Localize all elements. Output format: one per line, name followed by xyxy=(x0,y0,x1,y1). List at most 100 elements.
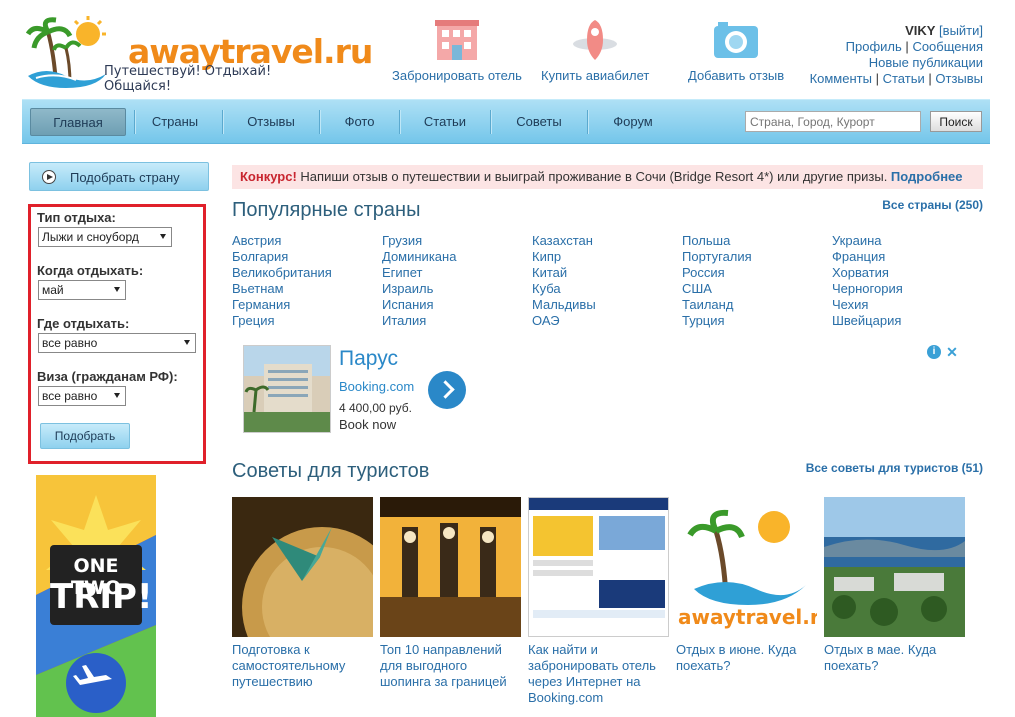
where-value: все равно xyxy=(42,336,98,350)
contest-highlight: Конкурс! xyxy=(240,169,297,184)
country-link[interactable]: Вьетнам xyxy=(232,281,332,297)
country-link[interactable]: Кипр xyxy=(532,249,596,265)
country-link[interactable]: США xyxy=(682,281,752,297)
tip-thumbnail[interactable] xyxy=(824,497,965,637)
tip-thumbnail[interactable]: awaytravel.ru xyxy=(676,497,817,637)
country-link[interactable]: Греция xyxy=(232,313,332,329)
country-link[interactable]: Португалия xyxy=(682,249,752,265)
tip-caption[interactable]: Подготовка к самостоятельному путешестви… xyxy=(232,642,373,690)
country-link[interactable]: Куба xyxy=(532,281,596,297)
when-label: Когда отдыхать: xyxy=(37,263,144,278)
buy-ticket-label: Купить авиабилет xyxy=(541,68,650,83)
onetwotrip-banner[interactable]: ONE TWO TRIP! xyxy=(36,475,156,717)
booking-ad[interactable]: Парус Booking.com 4 400,00 руб. Book now… xyxy=(243,345,963,435)
country-link[interactable]: ОАЭ xyxy=(532,313,596,329)
hotel-photo xyxy=(243,345,331,433)
country-link[interactable]: Италия xyxy=(382,313,456,329)
add-review-link[interactable]: Добавить отзыв xyxy=(688,18,784,83)
site-logo[interactable]: awaytravel.ru Путешествуй! Отдыхай! Обща… xyxy=(26,14,373,94)
separator: | xyxy=(928,71,932,86)
logout-link[interactable]: [выйти] xyxy=(939,23,983,38)
countries-column-5: Украина Франция Хорватия Черногория Чехи… xyxy=(832,233,903,329)
country-link[interactable]: Мальдивы xyxy=(532,297,596,313)
nav-articles[interactable]: Статьи xyxy=(400,108,490,136)
country-link[interactable]: Германия xyxy=(232,297,332,313)
country-link[interactable]: Китай xyxy=(532,265,596,281)
country-link[interactable]: Хорватия xyxy=(832,265,903,281)
tip-thumbnail[interactable] xyxy=(380,497,521,637)
hotel-name[interactable]: Парус xyxy=(339,347,398,371)
search-input[interactable] xyxy=(745,111,921,132)
country-link[interactable]: Египет xyxy=(382,265,456,281)
filter-submit-button[interactable]: Подобрать xyxy=(40,423,130,449)
country-link[interactable]: Доминикана xyxy=(382,249,456,265)
tip-card[interactable]: Отдых в мае. Куда поехать? xyxy=(824,497,965,674)
new-publications-link[interactable]: Новые публикации xyxy=(869,55,983,70)
search-button[interactable]: Поиск xyxy=(930,111,982,132)
vacation-type-value: Лыжи и сноуборд xyxy=(42,230,139,244)
close-icon[interactable]: ✕ xyxy=(945,345,959,359)
tip-card[interactable]: Топ 10 направлений для выгодного шопинга… xyxy=(380,497,521,690)
contest-more-link[interactable]: Подробнее xyxy=(891,169,963,184)
vacation-filter: Тип отдыха: Лыжи и сноуборд Когда отдыха… xyxy=(28,204,206,464)
country-link[interactable]: Болгария xyxy=(232,249,332,265)
country-link[interactable]: Черногория xyxy=(832,281,903,297)
country-link[interactable]: Таиланд xyxy=(682,297,752,313)
country-link[interactable]: Грузия xyxy=(382,233,456,249)
vacation-type-select[interactable]: Лыжи и сноуборд xyxy=(38,227,172,247)
nav-reviews[interactable]: Отзывы xyxy=(223,108,319,136)
book-now[interactable]: Book now xyxy=(339,417,396,432)
tip-caption[interactable]: Отдых в июне. Куда поехать? xyxy=(676,642,817,674)
play-icon xyxy=(42,170,56,184)
separator: | xyxy=(875,71,879,86)
reviews-link[interactable]: Отзывы xyxy=(935,71,983,86)
nav-home[interactable]: Главная xyxy=(30,108,126,136)
country-link[interactable]: Испания xyxy=(382,297,456,313)
country-link[interactable]: Турция xyxy=(682,313,752,329)
all-tips-link[interactable]: Все советы для туристов (51) xyxy=(806,461,983,475)
country-link[interactable]: Австрия xyxy=(232,233,332,249)
tip-card[interactable]: awaytravel.ru Отдых в июне. Куда поехать… xyxy=(676,497,817,674)
tip-card[interactable]: Подготовка к самостоятельному путешестви… xyxy=(232,497,373,690)
country-link[interactable]: Великобритания xyxy=(232,265,332,281)
tip-thumbnail[interactable] xyxy=(528,497,669,637)
nav-countries[interactable]: Страны xyxy=(135,108,215,136)
country-link[interactable]: Франция xyxy=(832,249,903,265)
info-icon[interactable]: i xyxy=(927,345,941,359)
nav-tips[interactable]: Советы xyxy=(491,108,587,136)
book-hotel-link[interactable]: Забронировать отель xyxy=(392,18,522,83)
tip-thumbnail[interactable] xyxy=(232,497,373,637)
all-countries-link[interactable]: Все страны (250) xyxy=(882,198,983,212)
contest-text: Напиши отзыв о путешествии и выиграй про… xyxy=(296,169,891,184)
messages-link[interactable]: Сообщения xyxy=(912,39,983,54)
country-link[interactable]: Казахстан xyxy=(532,233,596,249)
chevron-down-icon xyxy=(160,234,166,239)
country-link[interactable]: Швейцария xyxy=(832,313,903,329)
username: VIKY xyxy=(905,23,936,38)
comments-link[interactable]: Комменты xyxy=(810,71,872,86)
separator: | xyxy=(905,39,909,54)
articles-link[interactable]: Статьи xyxy=(883,71,925,86)
tip-caption[interactable]: Как найти и забронировать отель через Ин… xyxy=(528,642,669,706)
country-link[interactable]: Польша xyxy=(682,233,752,249)
country-link[interactable]: Израиль xyxy=(382,281,456,297)
where-select[interactable]: все равно xyxy=(38,333,196,353)
visa-select[interactable]: все равно xyxy=(38,386,126,406)
nav-photo[interactable]: Фото xyxy=(320,108,399,136)
tips-title: Советы для туристов xyxy=(232,460,430,482)
tip-caption[interactable]: Топ 10 направлений для выгодного шопинга… xyxy=(380,642,521,690)
tip-caption[interactable]: Отдых в мае. Куда поехать? xyxy=(824,642,965,674)
country-link[interactable]: Украина xyxy=(832,233,903,249)
profile-link[interactable]: Профиль xyxy=(846,39,902,54)
country-link[interactable]: Россия xyxy=(682,265,752,281)
when-select[interactable]: май xyxy=(38,280,126,300)
chevron-right-icon[interactable] xyxy=(428,371,466,409)
country-link[interactable]: Чехия xyxy=(832,297,903,313)
book-hotel-label: Забронировать отель xyxy=(392,68,522,83)
pick-country-button[interactable]: Подобрать страну xyxy=(29,162,209,191)
nav-forum[interactable]: Форум xyxy=(588,108,678,136)
logo-slogan: Путешествуй! Отдыхай! Общайся! xyxy=(104,64,272,94)
buy-ticket-link[interactable]: Купить авиабилет xyxy=(541,18,649,83)
tip-card[interactable]: Как найти и забронировать отель через Ин… xyxy=(528,497,669,706)
countries-column-1: Австрия Болгария Великобритания Вьетнам … xyxy=(232,233,332,329)
